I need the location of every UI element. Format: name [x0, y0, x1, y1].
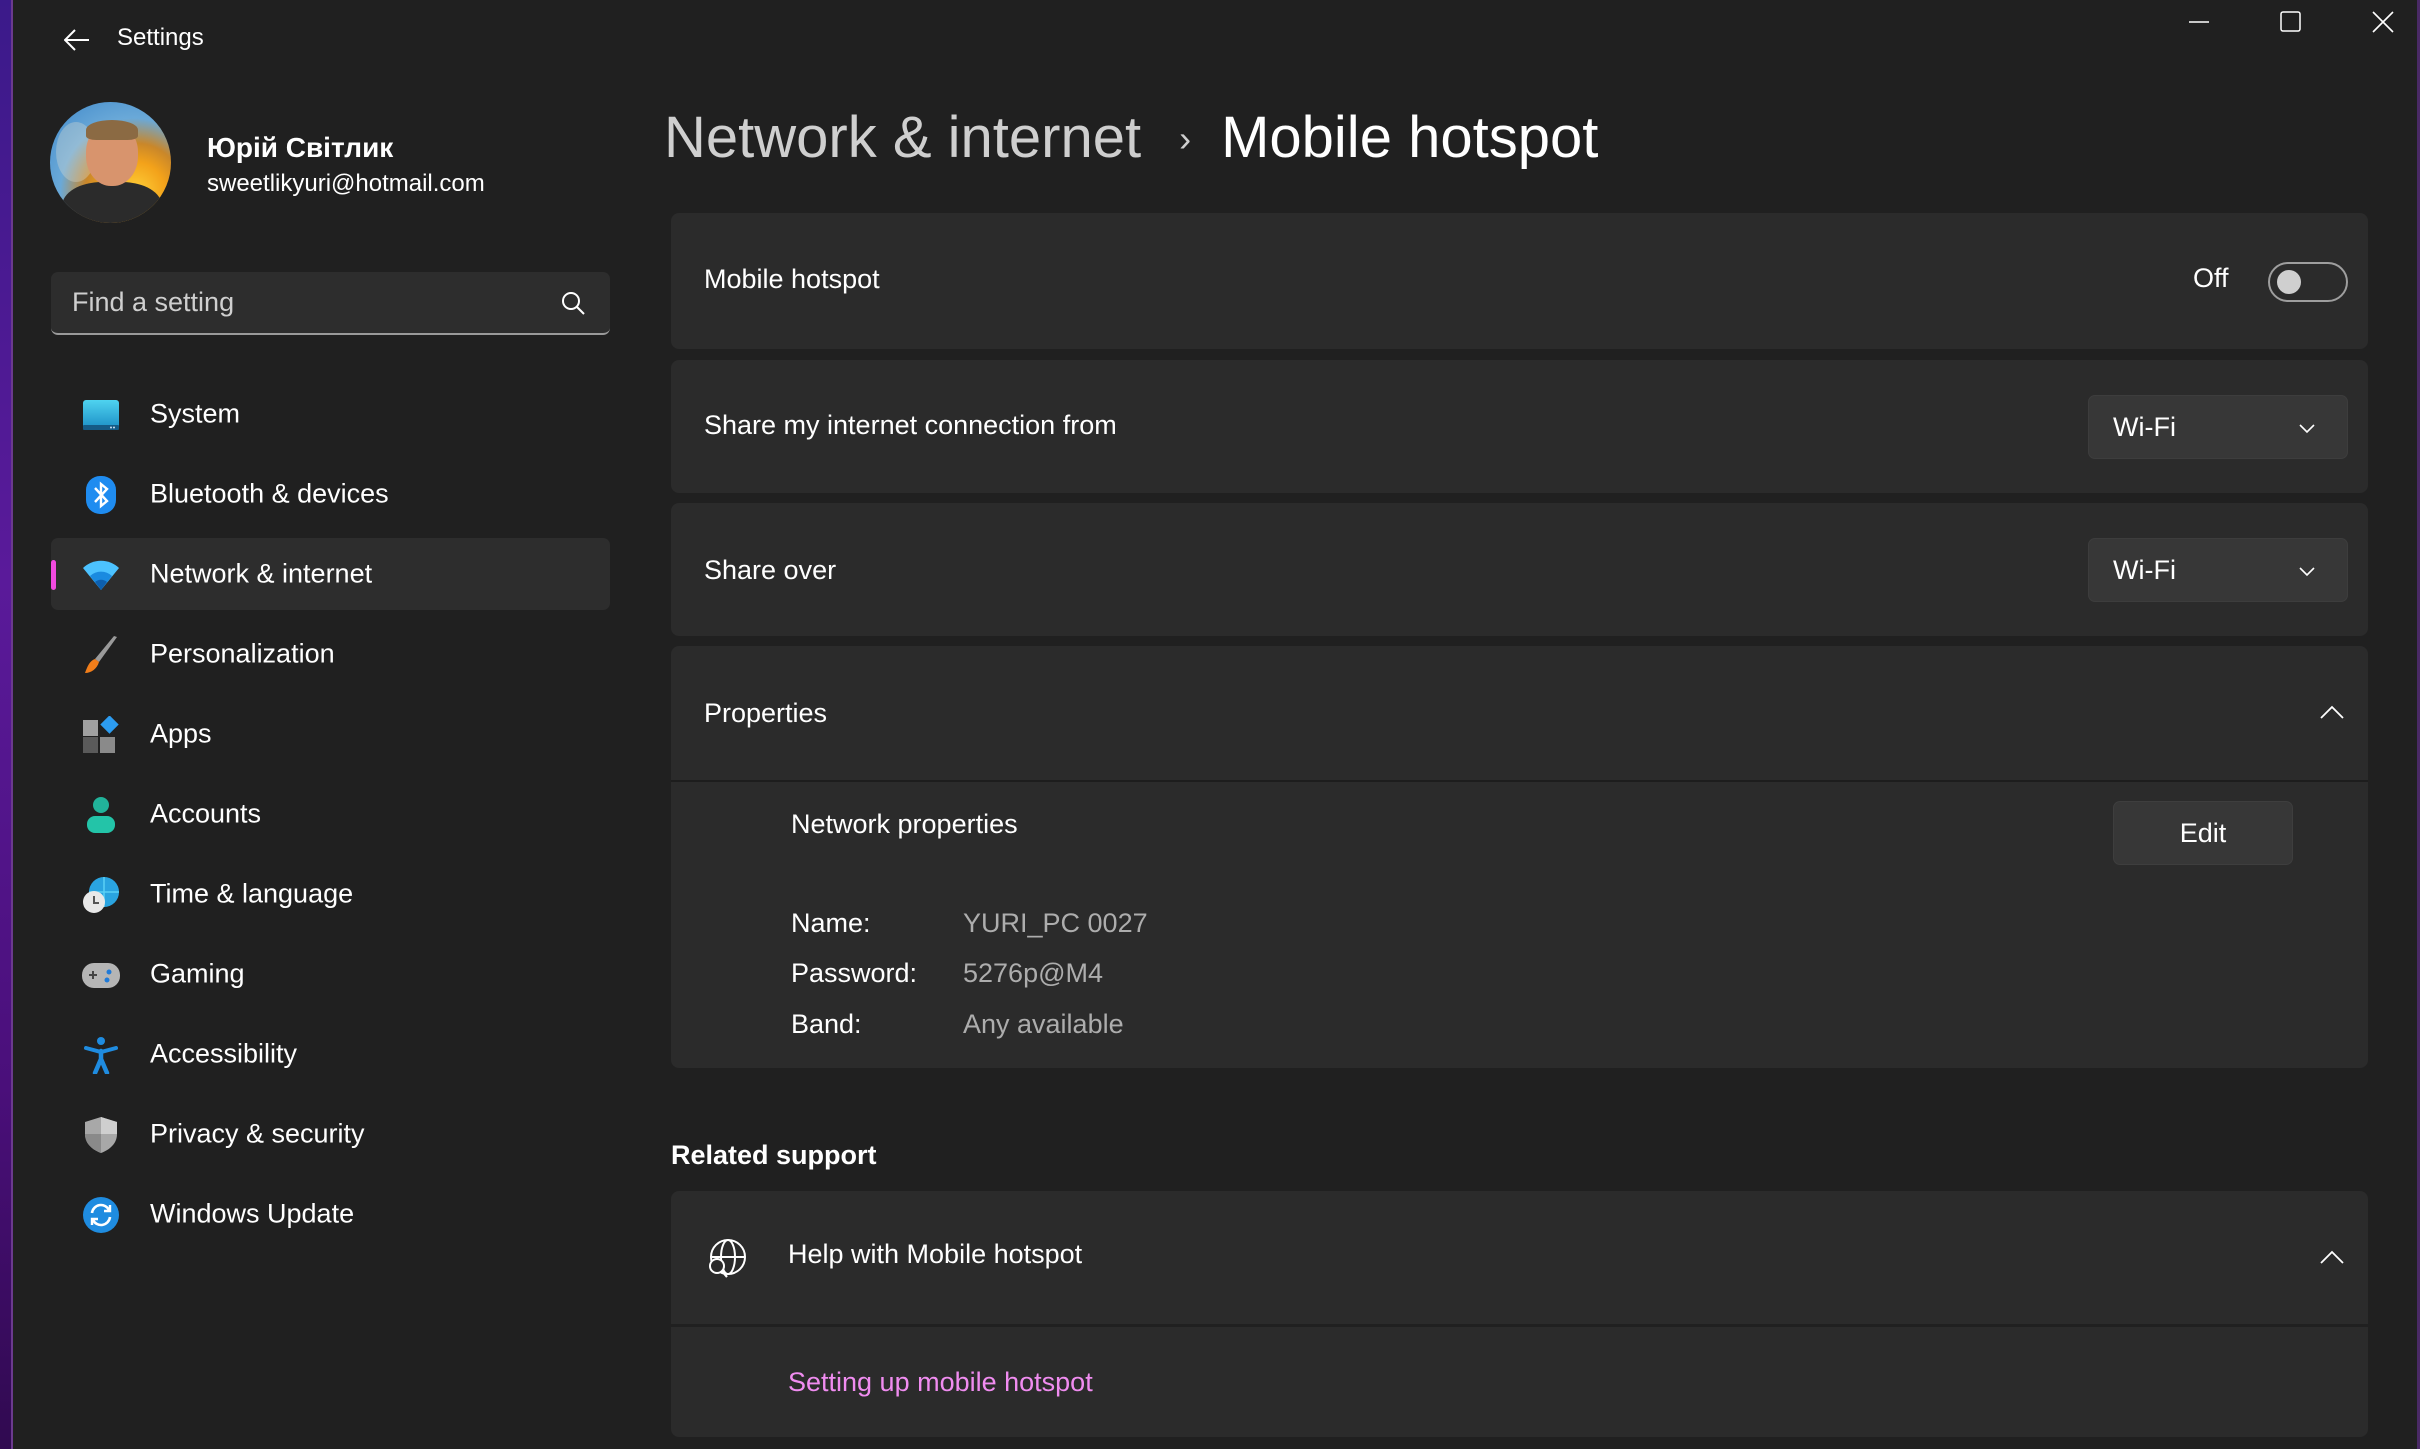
sidebar-item-label: Network & internet: [150, 558, 373, 589]
breadcrumb-chevron-icon: ›: [1179, 118, 1192, 159]
share-over-row: Share over Wi-Fi: [671, 503, 2368, 636]
mobile-hotspot-toggle[interactable]: [2268, 262, 2348, 302]
avatar[interactable]: [50, 102, 171, 223]
property-row: Name: YURI_PC 0027: [791, 908, 1148, 939]
apps-icon: [83, 716, 119, 753]
share-over-value: Wi-Fi: [2113, 555, 2176, 585]
toggle-knob: [2277, 270, 2301, 294]
chevron-up-icon[interactable]: [2319, 1247, 2345, 1267]
chevron-down-icon: [2299, 424, 2315, 434]
maximize-button[interactable]: [2245, 0, 2337, 44]
minimize-button[interactable]: [2153, 0, 2245, 44]
sidebar-item-gaming[interactable]: Gaming: [51, 938, 610, 1010]
share-from-row: Share my internet connection from Wi-Fi: [671, 360, 2368, 493]
sidebar-item-label: Privacy & security: [150, 1118, 365, 1149]
minimize-icon: [2189, 21, 2209, 23]
accounts-icon: [87, 797, 115, 833]
property-key: Password:: [791, 958, 918, 988]
properties-header[interactable]: Properties: [671, 646, 2368, 780]
sidebar-item-label: Time & language: [150, 878, 354, 909]
property-row: Password: 5276p@M4: [791, 958, 1103, 989]
maximize-icon: [2280, 11, 2301, 32]
sidebar-item-label: Accounts: [150, 798, 262, 829]
sidebar-item-label: Gaming: [150, 958, 245, 989]
sidebar-item-label: Personalization: [150, 638, 335, 669]
sidebar-item-label: Bluetooth & devices: [150, 478, 389, 509]
avatar-hair: [86, 120, 138, 140]
sidebar-item-label: Accessibility: [150, 1038, 298, 1069]
sidebar-item-apps[interactable]: Apps: [51, 698, 610, 770]
desktop-background: [0, 0, 13, 1449]
mobile-hotspot-label: Mobile hotspot: [704, 264, 880, 294]
property-key: Name:: [791, 908, 871, 938]
search-input[interactable]: [51, 272, 610, 333]
chevron-down-icon: [2299, 567, 2315, 577]
mobile-hotspot-row: Mobile hotspot Off: [671, 213, 2368, 349]
toggle-state-text: Off: [2193, 263, 2229, 293]
back-button[interactable]: [57, 20, 97, 60]
user-name: Юрій Світлик: [207, 132, 394, 163]
property-key: Band:: [791, 1009, 862, 1039]
paintbrush-icon: [85, 636, 117, 673]
windows-update-icon: [83, 1197, 119, 1233]
share-over-dropdown[interactable]: Wi-Fi: [2088, 538, 2348, 602]
globe-search-icon: [709, 1239, 746, 1278]
property-value: YURI_PC 0027: [963, 908, 1148, 938]
active-indicator: [51, 560, 56, 590]
edit-button[interactable]: Edit: [2113, 801, 2293, 865]
sidebar-item-time-language[interactable]: Time & language: [51, 858, 610, 930]
back-arrow-icon: [64, 29, 89, 51]
sidebar-item-personalization[interactable]: Personalization: [51, 618, 610, 690]
help-expander-header[interactable]: Help with Mobile hotspot: [671, 1191, 2368, 1324]
help-label: Help with Mobile hotspot: [788, 1239, 1083, 1269]
sidebar-item-label: Apps: [150, 718, 212, 749]
chevron-up-icon[interactable]: [2319, 702, 2345, 722]
share-from-label: Share my internet connection from: [704, 410, 1117, 440]
shield-icon: [85, 1117, 117, 1153]
sidebar-item-privacy-security[interactable]: Privacy & security: [51, 1098, 610, 1170]
settings-window: Settings Юрій Світлик sweetlikyuri@hotma…: [13, 0, 2417, 1449]
sidebar-item-label: System: [150, 398, 241, 429]
sidebar-item-network[interactable]: Network & internet: [51, 538, 610, 610]
property-value: 5276p@M4: [963, 958, 1103, 988]
close-icon: [2372, 11, 2394, 33]
app-title: Settings: [117, 24, 204, 51]
breadcrumb-parent-link[interactable]: Network & internet: [664, 104, 1141, 171]
share-from-value: Wi-Fi: [2113, 412, 2176, 442]
related-support-title: Related support: [671, 1140, 877, 1170]
setting-up-hotspot-link[interactable]: Setting up mobile hotspot: [788, 1367, 1093, 1398]
bluetooth-icon: [86, 476, 116, 514]
breadcrumb: Network & internet › Mobile hotspot: [664, 104, 1598, 171]
search-box: [51, 272, 610, 335]
sidebar-nav: System Bluetooth & devices Network & int…: [51, 378, 610, 1258]
sidebar-item-accessibility[interactable]: Accessibility: [51, 1018, 610, 1090]
sidebar-item-label: Windows Update: [150, 1198, 355, 1229]
sidebar-item-system[interactable]: System: [51, 378, 610, 450]
page-title: Mobile hotspot: [1221, 105, 1599, 170]
sidebar-item-windows-update[interactable]: Windows Update: [51, 1178, 610, 1250]
search-icon[interactable]: [560, 290, 586, 316]
wifi-icon: [83, 560, 119, 590]
divider: [671, 780, 2368, 782]
gamepad-icon: [82, 963, 120, 988]
share-from-dropdown[interactable]: Wi-Fi: [2088, 395, 2348, 459]
property-value: Any available: [963, 1009, 1124, 1039]
close-button[interactable]: [2337, 0, 2420, 44]
avatar-shirt: [62, 182, 162, 223]
user-email: sweetlikyuri@hotmail.com: [207, 170, 485, 197]
properties-label: Properties: [704, 698, 828, 728]
network-properties-title: Network properties: [791, 809, 1018, 839]
system-icon: [83, 400, 119, 430]
accessibility-icon: [84, 1037, 118, 1074]
time-language-icon: [83, 877, 119, 913]
properties-expander: Properties Network properties Edit Name:…: [671, 646, 2368, 1068]
property-row: Band: Any available: [791, 1009, 1124, 1040]
sidebar-item-accounts[interactable]: Accounts: [51, 778, 610, 850]
sidebar-item-bluetooth[interactable]: Bluetooth & devices: [51, 458, 610, 530]
help-expander-content: Setting up mobile hotspot: [671, 1327, 2368, 1437]
share-over-label: Share over: [704, 555, 837, 585]
